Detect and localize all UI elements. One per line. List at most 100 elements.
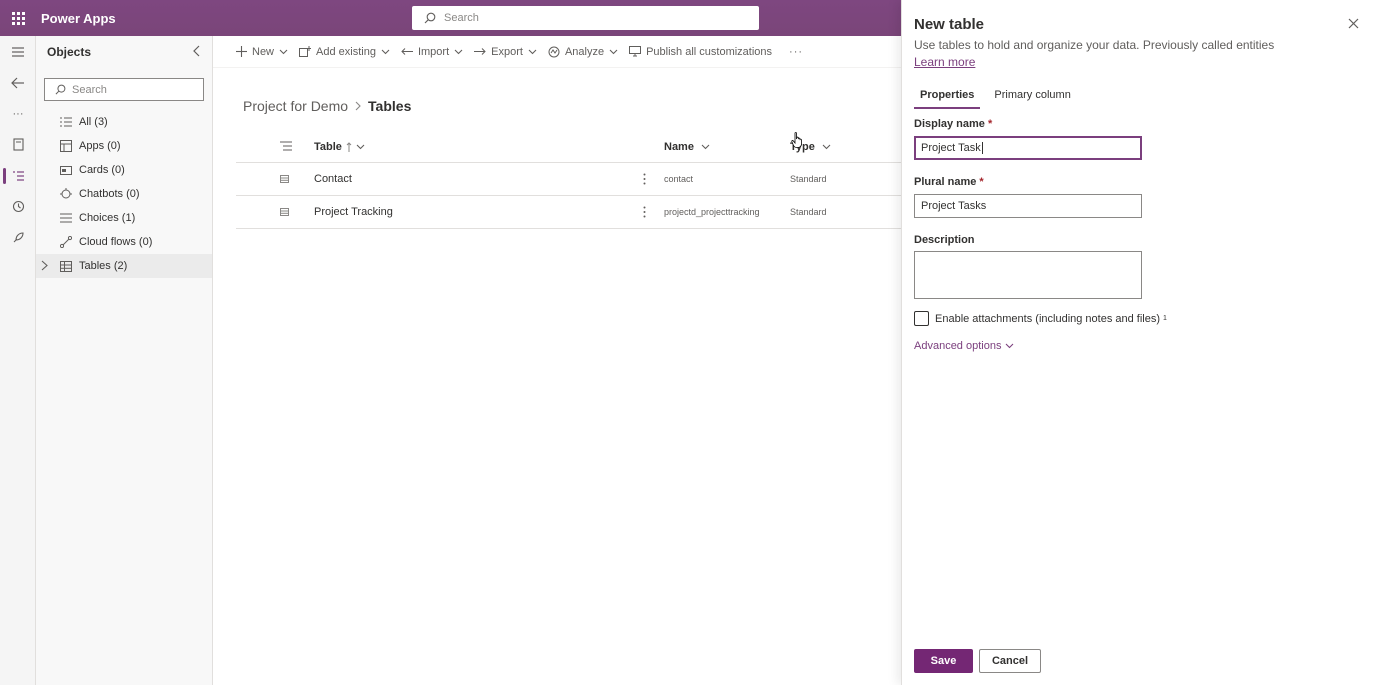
import-button[interactable]: Import xyxy=(401,46,463,58)
rail-deploy-button[interactable] xyxy=(0,222,36,253)
top-search-placeholder: Search xyxy=(444,12,479,24)
rail-book-button[interactable] xyxy=(0,129,36,160)
text-caret xyxy=(981,142,983,154)
table-row[interactable]: Project Tracking projectd_projecttrackin… xyxy=(236,196,901,229)
top-search-input[interactable]: Search xyxy=(412,6,759,30)
add-existing-button[interactable]: Add existing xyxy=(299,46,390,58)
enable-attachments-label: Enable attachments (including notes and … xyxy=(935,312,1161,325)
close-icon xyxy=(1348,18,1359,29)
export-label: Export xyxy=(491,45,523,58)
publish-label: Publish all customizations xyxy=(646,45,773,58)
objects-item-label: Chatbots (0) xyxy=(79,188,140,200)
objects-item-label: Apps (0) xyxy=(79,140,121,152)
row-table-name[interactable]: Contact xyxy=(314,173,624,185)
column-header-table[interactable]: Table xyxy=(314,141,624,153)
export-button[interactable]: Export xyxy=(474,46,537,58)
objects-item-label: All (3) xyxy=(79,116,108,128)
column-header-table-label: Table xyxy=(314,140,342,153)
row-more-button[interactable] xyxy=(624,206,664,218)
chevron-down-icon xyxy=(356,144,365,150)
chevron-down-icon xyxy=(1005,343,1014,349)
save-button[interactable]: Save xyxy=(914,649,973,673)
advanced-options-toggle[interactable]: Advanced options xyxy=(914,340,1014,352)
display-name-field[interactable]: Project Task xyxy=(914,136,1142,160)
learn-more-link[interactable]: Learn more xyxy=(914,55,975,69)
more-vertical-icon xyxy=(643,206,645,218)
app-launcher-button[interactable] xyxy=(0,0,36,36)
chevron-down-icon xyxy=(454,49,463,55)
panel-title: New table xyxy=(914,16,985,33)
export-icon xyxy=(474,47,486,56)
description-field[interactable] xyxy=(914,251,1142,299)
back-button[interactable] xyxy=(0,67,36,98)
chevron-down-icon xyxy=(701,144,710,150)
tab-primary-column[interactable]: Primary column xyxy=(988,89,1076,109)
rail-objects-button[interactable] xyxy=(0,160,36,191)
objects-item-cards[interactable]: Cards (0) xyxy=(36,158,212,182)
hamburger-menu-button[interactable] xyxy=(0,36,36,67)
publish-icon xyxy=(629,46,642,57)
waffle-icon xyxy=(11,11,25,25)
objects-item-all[interactable]: All (3) xyxy=(36,110,212,134)
objects-item-label: Cloud flows (0) xyxy=(79,236,153,248)
hand-cursor-icon xyxy=(791,132,803,151)
panel-description: Use tables to hold and organize your dat… xyxy=(914,38,1275,52)
collapse-panel-button[interactable] xyxy=(192,45,200,60)
card-icon xyxy=(59,163,73,177)
more-icon: ··· xyxy=(12,107,24,120)
objects-header: Objects xyxy=(36,36,212,68)
breadcrumb-current: Tables xyxy=(368,98,412,114)
flow-icon xyxy=(59,235,73,249)
objects-item-choices[interactable]: Choices (1) xyxy=(36,206,212,230)
chevron-right-icon[interactable] xyxy=(41,260,48,274)
rail-history-button[interactable] xyxy=(0,191,36,222)
publish-all-button[interactable]: Publish all customizations xyxy=(629,46,772,58)
new-button[interactable]: New xyxy=(236,46,288,58)
more-vertical-icon xyxy=(643,173,645,185)
row-table-name[interactable]: Project Tracking xyxy=(314,206,624,218)
objects-item-apps[interactable]: Apps (0) xyxy=(36,134,212,158)
chevron-down-icon xyxy=(528,49,537,55)
column-header-name-label: Name xyxy=(664,140,694,153)
more-commands-button[interactable]: ··· xyxy=(789,46,803,58)
new-label: New xyxy=(252,45,275,58)
left-rail: ··· xyxy=(0,36,36,685)
tab-properties[interactable]: Properties xyxy=(914,89,981,109)
app-title[interactable]: Power Apps xyxy=(41,11,116,26)
description-label: Description xyxy=(914,234,975,246)
table-icon xyxy=(236,208,314,216)
tree-list-icon xyxy=(12,170,24,181)
enable-attachments-checkbox[interactable] xyxy=(914,311,929,326)
analyze-button[interactable]: Analyze xyxy=(548,46,618,58)
plural-name-field[interactable]: Project Tasks xyxy=(914,194,1142,218)
objects-search-input[interactable]: Search xyxy=(44,78,204,101)
column-header-type[interactable]: Type xyxy=(790,141,900,153)
add-existing-icon xyxy=(299,46,312,57)
objects-item-chatbots[interactable]: Chatbots (0) xyxy=(36,182,212,206)
row-logical-name: contact xyxy=(664,174,694,184)
history-icon xyxy=(12,200,24,213)
cancel-button[interactable]: Cancel xyxy=(979,649,1041,673)
row-logical-name: projectd_projecttracking xyxy=(664,207,760,217)
footnote-marker: 1 xyxy=(1163,315,1167,322)
more-rail-button[interactable]: ··· xyxy=(0,98,36,129)
column-options-button[interactable] xyxy=(236,141,314,152)
table-icon xyxy=(236,175,314,183)
advanced-options-label: Advanced options xyxy=(914,340,1002,352)
objects-list: All (3) Apps (0) Cards (0) Chatbots (0) … xyxy=(36,110,212,278)
objects-item-cloud-flows[interactable]: Cloud flows (0) xyxy=(36,230,212,254)
display-name-value: Project Task xyxy=(921,142,981,154)
chevron-down-icon xyxy=(381,49,390,55)
breadcrumb-parent[interactable]: Project for Demo xyxy=(243,98,348,114)
enable-attachments-row[interactable]: Enable attachments (including notes and … xyxy=(914,311,1167,326)
close-panel-button[interactable] xyxy=(1348,18,1359,32)
table-row[interactable]: Contact contact Standard xyxy=(236,163,901,196)
rocket-icon xyxy=(13,232,24,243)
row-more-button[interactable] xyxy=(624,173,664,185)
display-name-label: Display name * xyxy=(914,118,993,130)
objects-item-tables[interactable]: Tables (2) xyxy=(36,254,212,278)
new-table-panel: New table Use tables to hold and organiz… xyxy=(901,0,1378,685)
chevron-right-icon xyxy=(355,101,361,111)
row-type: Standard xyxy=(790,174,827,184)
column-header-name[interactable]: Name xyxy=(664,141,790,153)
